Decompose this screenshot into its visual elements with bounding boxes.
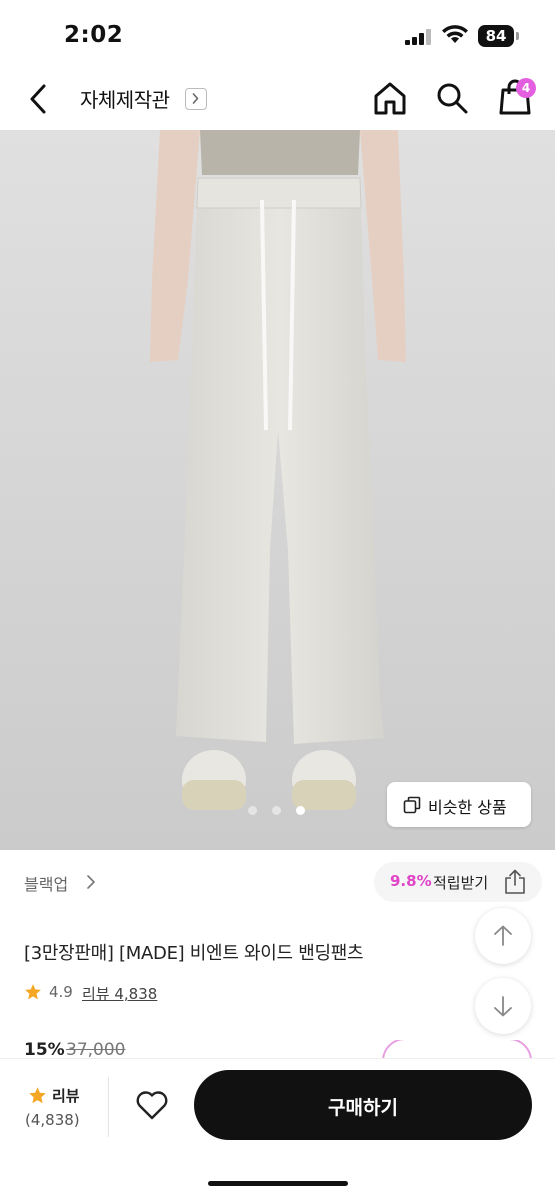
shop-link-chevron[interactable] (185, 88, 207, 110)
similar-products-button[interactable]: 비슷한 상품 (387, 782, 531, 827)
reward-label: 적립받기 (433, 874, 489, 892)
battery-tip (516, 32, 519, 40)
top-nav: 자체제작관 4 (0, 70, 555, 130)
brand-name[interactable]: 블랙업 (24, 871, 68, 895)
share-icon[interactable] (503, 869, 527, 895)
heart-icon[interactable] (135, 1089, 169, 1121)
scroll-top-button[interactable] (475, 908, 531, 964)
star-icon (29, 1087, 46, 1104)
carousel-dot[interactable] (272, 806, 281, 815)
scroll-bottom-button[interactable] (475, 978, 531, 1034)
star-icon (25, 984, 41, 1000)
product-photo (0, 130, 555, 850)
copy-icon (403, 796, 421, 814)
wifi-icon (442, 25, 468, 43)
arrow-down-icon (494, 996, 512, 1017)
carousel-dot[interactable] (248, 806, 257, 815)
arrow-up-icon (494, 925, 512, 946)
chevron-right-icon[interactable] (84, 874, 98, 890)
home-indicator (208, 1181, 348, 1186)
divider (108, 1077, 109, 1137)
rating-score: 4.9 (49, 983, 73, 1001)
product-image[interactable] (0, 130, 555, 850)
home-icon[interactable] (372, 80, 408, 116)
original-price: 37,000 (66, 1040, 126, 1060)
reward-percent: 9.8% (390, 872, 432, 890)
bottom-action-bar: 리뷰 (4,838) 구매하기 (0, 1058, 555, 1200)
discount-rate: 15% (24, 1040, 65, 1060)
bottom-review-count[interactable]: (4,838) (25, 1111, 80, 1129)
bottom-review-label[interactable]: 리뷰 (52, 1085, 80, 1106)
buy-button-label: 구매하기 (328, 1097, 398, 1119)
buy-button[interactable]: 구매하기 (194, 1070, 532, 1140)
status-bar: 2:02 84 (0, 0, 555, 70)
status-time: 2:02 (64, 22, 124, 48)
cart-count-badge: 4 (516, 78, 536, 98)
shop-title[interactable]: 자체제작관 (80, 84, 170, 113)
product-title: [3만장판매] [MADE] 비엔트 와이드 밴딩팬츠 (24, 943, 364, 964)
back-icon[interactable] (24, 82, 54, 116)
signal-icon (405, 29, 431, 45)
chevron-right-icon (192, 93, 199, 104)
search-icon[interactable] (434, 80, 470, 116)
carousel-dot-active[interactable] (296, 806, 305, 815)
battery-indicator: 84 (478, 25, 514, 47)
similar-products-label: 비슷한 상품 (428, 798, 507, 817)
review-link[interactable]: 리뷰 4,838 (82, 983, 157, 1004)
